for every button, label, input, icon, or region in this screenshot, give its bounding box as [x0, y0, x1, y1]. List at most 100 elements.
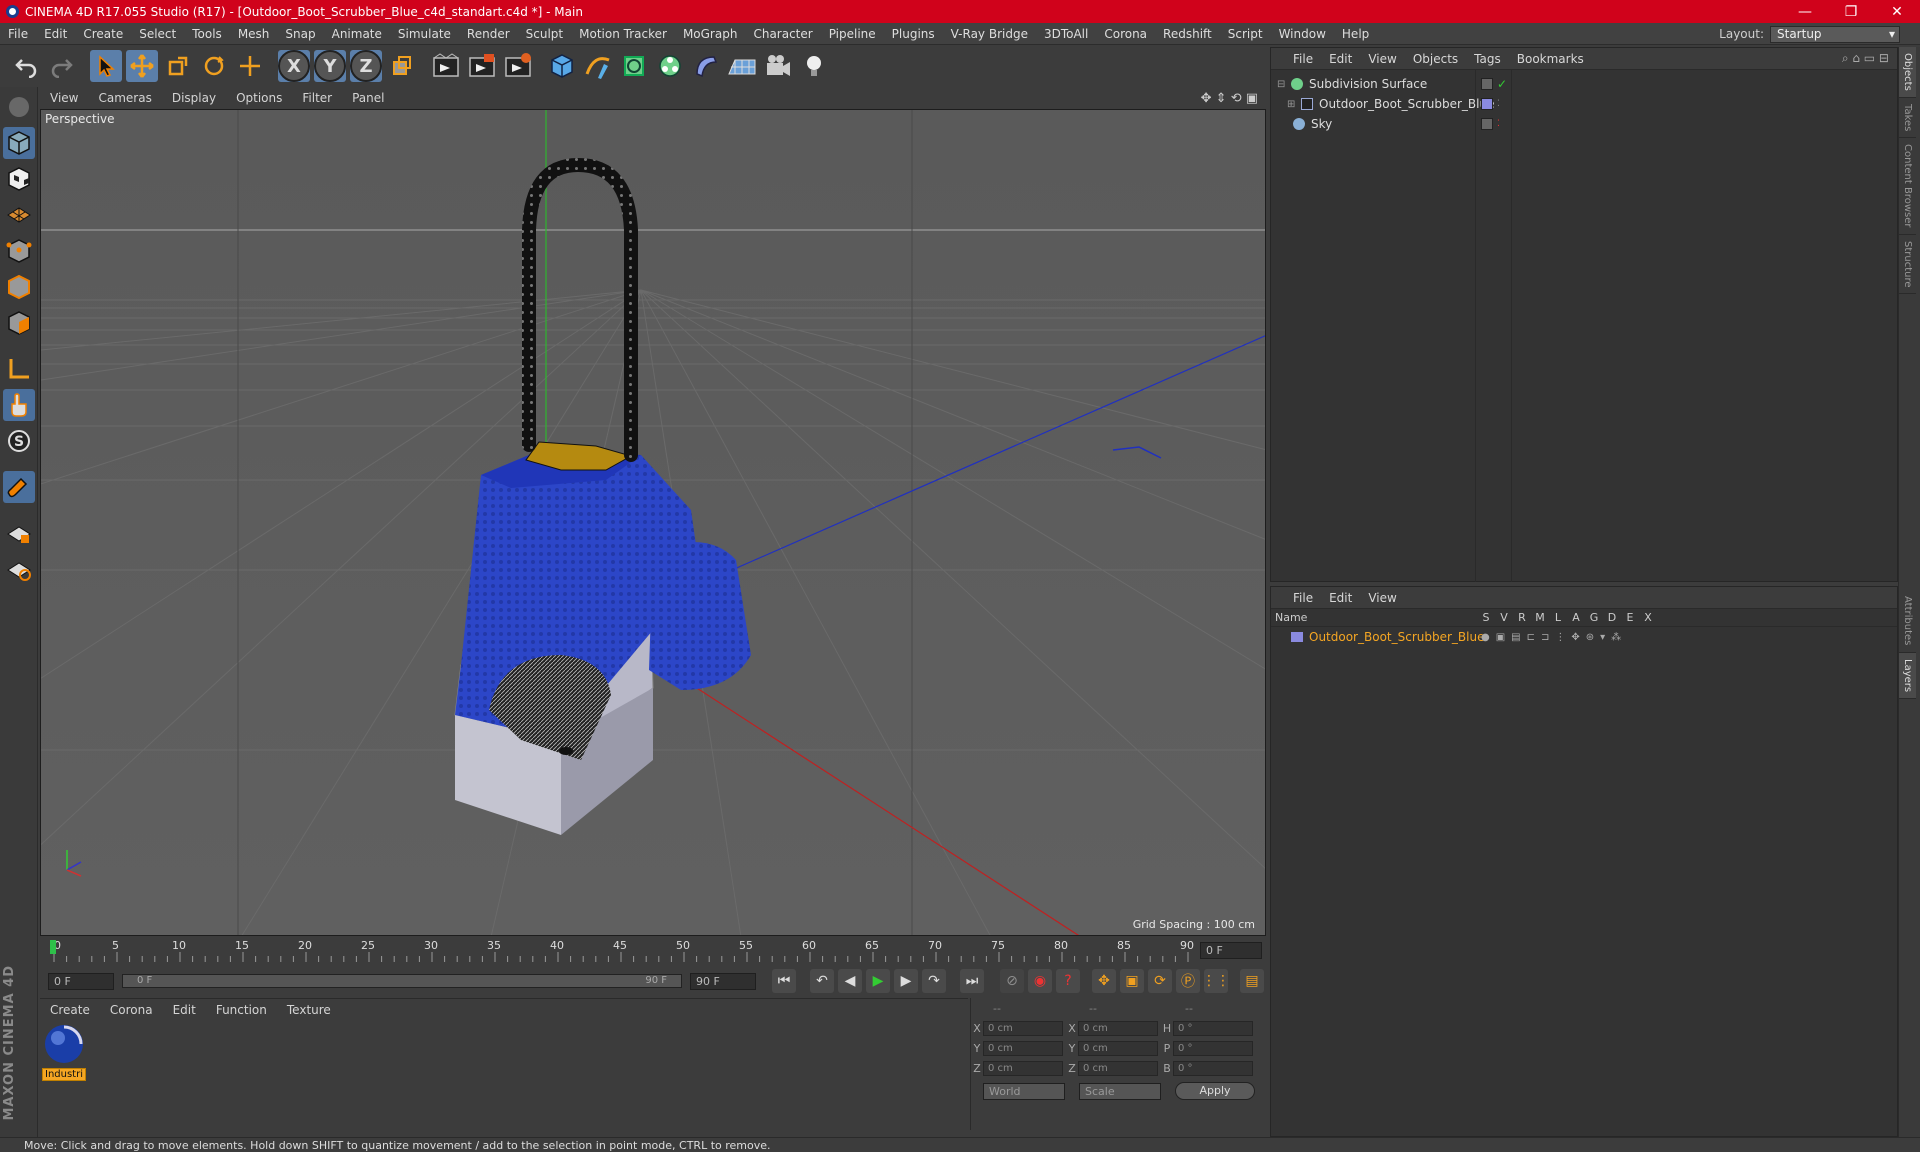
layout-dropdown[interactable]: Startup — [1770, 25, 1900, 43]
layers-menu-edit[interactable]: Edit — [1321, 591, 1360, 605]
viewport-nav-icons[interactable]: ✥ ⇕ ⟲ ▣ — [1201, 91, 1258, 106]
current-frame-field[interactable]: 0 F — [1200, 942, 1262, 959]
auto-keying-icon[interactable]: ◉ — [1028, 969, 1052, 993]
layer-swatch[interactable] — [1481, 118, 1493, 130]
solo-mode-icon[interactable]: S — [3, 425, 35, 457]
cube-icon[interactable] — [546, 50, 578, 82]
layer-column-manager[interactable]: M — [1531, 611, 1549, 624]
menu-select[interactable]: Select — [131, 27, 184, 41]
layer-column-generators[interactable]: G — [1585, 611, 1603, 624]
menu-edit[interactable]: Edit — [36, 27, 75, 41]
size-z-field[interactable]: 0 cm — [1078, 1060, 1158, 1076]
layer-swatch[interactable] — [1481, 98, 1493, 110]
viewport-camera-label[interactable]: Perspective — [45, 112, 115, 126]
workplane-lock-icon[interactable] — [3, 517, 35, 549]
menu-file[interactable]: File — [0, 27, 36, 41]
menu-script[interactable]: Script — [1220, 27, 1271, 41]
material-menu-create[interactable]: Create — [40, 1003, 100, 1017]
rotation-p-field[interactable]: 0 ° — [1173, 1040, 1253, 1056]
3d-viewport[interactable]: Perspective Grid Spacing : 100 cm — [40, 109, 1266, 936]
x-axis-icon[interactable]: X — [278, 50, 310, 82]
menu-sculpt[interactable]: Sculpt — [518, 27, 571, 41]
size-y-field[interactable]: 0 cm — [1078, 1040, 1158, 1056]
floor-icon[interactable] — [726, 50, 758, 82]
key-parameter-icon[interactable]: Ⓟ — [1176, 969, 1200, 993]
pen-spline-icon[interactable] — [582, 50, 614, 82]
minimize-button[interactable]: — — [1782, 4, 1828, 20]
layer-color-swatch[interactable] — [1291, 632, 1303, 642]
viewport-menu-panel[interactable]: Panel — [342, 91, 394, 105]
snap-magnet-icon[interactable] — [3, 471, 35, 503]
material-menu-texture[interactable]: Texture — [277, 1003, 341, 1017]
layer-column-render[interactable]: R — [1513, 611, 1531, 624]
workplane-mode-icon[interactable] — [3, 199, 35, 231]
texture-mode-icon[interactable] — [3, 163, 35, 195]
objects-menu-objects[interactable]: Objects — [1405, 52, 1466, 66]
tab-structure[interactable]: Structure — [1899, 235, 1916, 295]
layer-column-expressions[interactable]: E — [1621, 611, 1639, 624]
menu-simulate[interactable]: Simulate — [390, 27, 459, 41]
tab-takes[interactable]: Takes — [1899, 98, 1916, 139]
rotation-h-field[interactable]: 0 ° — [1173, 1020, 1253, 1036]
position-x-field[interactable]: 0 cm — [983, 1020, 1063, 1036]
layer-column-xrefs[interactable]: X — [1639, 611, 1657, 624]
axis-mode-icon[interactable] — [3, 353, 35, 385]
light-icon[interactable] — [798, 50, 830, 82]
viewport-menu-view[interactable]: View — [40, 91, 88, 105]
material-thumbnail[interactable]: Industri — [42, 1023, 86, 1081]
record-keys-icon[interactable]: ⊘ — [1000, 969, 1024, 993]
key-position-icon[interactable]: ✥ — [1092, 969, 1116, 993]
polygons-mode-icon[interactable] — [3, 307, 35, 339]
visibility-dots-icon[interactable]: ⁚ — [1497, 119, 1500, 129]
move-plus-icon[interactable] — [234, 50, 266, 82]
enabled-check-icon[interactable]: ✓ — [1497, 77, 1507, 91]
viewport-menu-cameras[interactable]: Cameras — [88, 91, 161, 105]
menu-corona[interactable]: Corona — [1096, 27, 1155, 41]
layer-column-locked[interactable]: L — [1549, 611, 1567, 624]
render-picture-viewer-icon[interactable] — [466, 50, 498, 82]
maximize-button[interactable]: ❐ — [1828, 4, 1874, 20]
menu-mograph[interactable]: MoGraph — [675, 27, 746, 41]
coordinate-system-icon[interactable] — [386, 50, 418, 82]
coord-system-dropdown[interactable]: World — [983, 1082, 1065, 1100]
viewport-menu-display[interactable]: Display — [162, 91, 226, 105]
tab-attributes[interactable]: Attributes — [1899, 590, 1916, 653]
layer-column-animation[interactable]: A — [1567, 611, 1585, 624]
menu-window[interactable]: Window — [1271, 27, 1334, 41]
select-arrow-icon[interactable] — [90, 50, 122, 82]
viewport-menu-options[interactable]: Options — [226, 91, 292, 105]
key-pla-icon[interactable]: ⋮⋮ — [1202, 969, 1230, 993]
layer-swatch[interactable] — [1481, 78, 1493, 90]
layer-column-view[interactable]: V — [1495, 611, 1513, 624]
start-frame-field[interactable]: 0 F — [48, 972, 114, 990]
size-x-field[interactable]: 0 cm — [1078, 1020, 1158, 1036]
render-view-icon[interactable] — [430, 50, 462, 82]
timeline-ruler[interactable]: 0 5 10 15 20 25 30 35 40 45 50 55 60 65 … — [40, 936, 1266, 964]
menu-plugins[interactable]: Plugins — [884, 27, 943, 41]
end-frame-field[interactable]: 90 F — [690, 972, 756, 990]
rotation-b-field[interactable]: 0 ° — [1173, 1060, 1253, 1076]
previous-frame-icon[interactable]: ◀ — [838, 969, 862, 993]
menu-motion-tracker[interactable]: Motion Tracker — [571, 27, 675, 41]
visibility-dots-icon[interactable]: ⁚ — [1497, 99, 1500, 109]
objects-menu-view[interactable]: View — [1360, 52, 1404, 66]
objects-menu-bookmarks[interactable]: Bookmarks — [1509, 52, 1592, 66]
objects-menu-file[interactable]: File — [1285, 52, 1321, 66]
layer-row[interactable]: Outdoor_Boot_Scrubber_Blue ●▣▤⊏⊐⋮✥⊛▾⁂ — [1271, 627, 1897, 647]
menu-help[interactable]: Help — [1334, 27, 1377, 41]
position-z-field[interactable]: 0 cm — [983, 1060, 1063, 1076]
points-mode-icon[interactable] — [3, 235, 35, 267]
menu-animate[interactable]: Animate — [324, 27, 390, 41]
edit-render-settings-icon[interactable] — [502, 50, 534, 82]
go-to-start-icon[interactable]: ⏮ — [772, 969, 796, 993]
go-to-end-icon[interactable]: ⏭ — [960, 969, 984, 993]
tab-layers[interactable]: Layers — [1899, 652, 1916, 699]
deformer-icon[interactable] — [690, 50, 722, 82]
move-icon[interactable] — [126, 50, 158, 82]
menu-tools[interactable]: Tools — [184, 27, 230, 41]
objects-menu-tags[interactable]: Tags — [1466, 52, 1509, 66]
previous-key-icon[interactable]: ↶ — [810, 969, 834, 993]
undo-icon[interactable] — [10, 50, 42, 82]
key-rotation-icon[interactable]: ⟳ — [1148, 969, 1172, 993]
menu-character[interactable]: Character — [745, 27, 820, 41]
